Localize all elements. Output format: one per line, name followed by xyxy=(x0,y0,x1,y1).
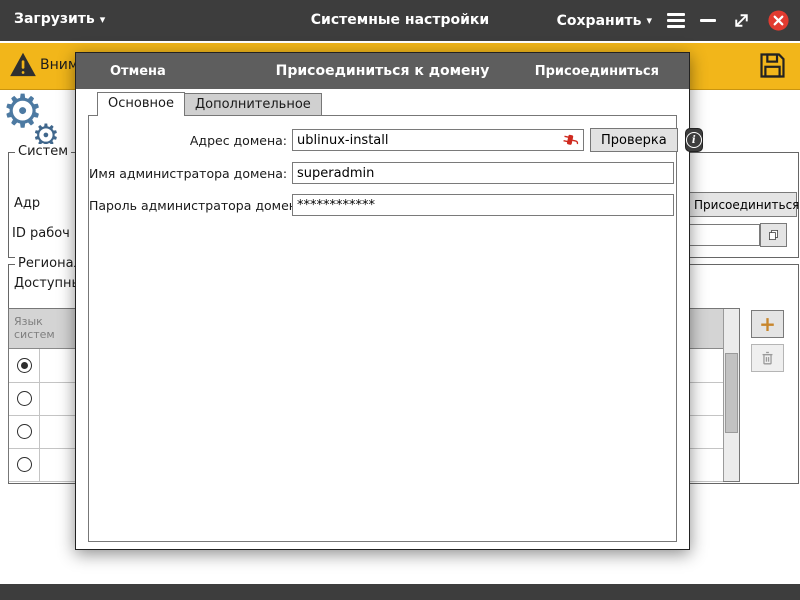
system-groupbox-label: Систем xyxy=(15,144,71,159)
add-language-button[interactable]: + xyxy=(751,310,784,338)
join-domain-button[interactable]: Присоединиться xyxy=(687,192,797,217)
admin-name-field-label: Имя администратора домена: xyxy=(89,166,292,181)
workgroup-id-label: ID рабоч xyxy=(12,226,70,241)
copy-icon xyxy=(767,226,780,244)
warning-icon xyxy=(8,51,38,79)
check-button[interactable]: Проверка xyxy=(590,128,678,152)
minimize-icon xyxy=(700,19,716,22)
save-button-label: Сохранить xyxy=(557,13,642,29)
tab-content-basic: Адрес домена: Проверка i xyxy=(88,115,677,542)
menu-button[interactable] xyxy=(667,13,685,28)
admin-password-input[interactable] xyxy=(292,194,674,216)
admin-password-field-label: Пароль администратора домена: xyxy=(89,198,292,213)
maximize-button[interactable] xyxy=(731,10,752,31)
close-icon xyxy=(767,9,790,32)
statusbar xyxy=(0,584,800,600)
radio-button[interactable] xyxy=(17,424,32,439)
domain-address-input[interactable] xyxy=(292,129,584,151)
cancel-button[interactable]: Отмена xyxy=(110,64,166,79)
radio-button[interactable] xyxy=(17,358,32,373)
trash-icon xyxy=(759,350,776,367)
hamburger-icon xyxy=(667,13,685,28)
tab-basic[interactable]: Основное xyxy=(97,92,185,116)
info-icon: i xyxy=(686,132,702,148)
plus-icon: + xyxy=(759,312,776,336)
app-window: Загрузить ▾ Системные настройки Сохранит… xyxy=(0,0,800,600)
dialog-join-button[interactable]: Присоединиться xyxy=(535,64,659,79)
table-scrollbar[interactable] xyxy=(723,309,739,481)
expand-icon xyxy=(731,10,752,31)
dialog-tabs: Основное Дополнительное xyxy=(97,92,322,116)
info-button[interactable]: i xyxy=(685,128,703,152)
join-domain-dialog: Присоединиться к домену Отмена Присоедин… xyxy=(75,52,690,550)
domain-address-row: Адрес домена: Проверка i xyxy=(89,128,674,152)
copy-button[interactable] xyxy=(760,223,787,247)
admin-name-input[interactable] xyxy=(292,162,674,184)
delete-language-button[interactable] xyxy=(751,344,784,372)
floppy-icon xyxy=(757,50,788,81)
minimize-button[interactable] xyxy=(700,19,716,22)
domain-address-field-label: Адрес домена: xyxy=(89,133,292,148)
radio-button[interactable] xyxy=(17,457,32,472)
titlebar: Загрузить ▾ Системные настройки Сохранит… xyxy=(0,0,800,41)
save-button[interactable]: Сохранить ▾ xyxy=(557,13,652,29)
titlebar-controls: Сохранить ▾ xyxy=(557,0,790,41)
scrollbar-thumb[interactable] xyxy=(725,353,738,433)
radio-button[interactable] xyxy=(17,391,32,406)
close-button[interactable] xyxy=(767,9,790,32)
save-settings-button[interactable] xyxy=(757,50,788,84)
admin-name-row: Имя администратора домена: xyxy=(89,162,674,184)
tab-advanced[interactable]: Дополнительное xyxy=(184,93,322,116)
available-languages-label: Доступны xyxy=(14,276,82,291)
dialog-header: Присоединиться к домену Отмена Присоедин… xyxy=(76,53,689,89)
disconnected-plug-icon xyxy=(562,131,580,149)
admin-password-row: Пароль администратора домена: xyxy=(89,194,674,216)
domain-address-label: Адр xyxy=(14,196,40,211)
chevron-down-icon: ▾ xyxy=(646,14,652,27)
